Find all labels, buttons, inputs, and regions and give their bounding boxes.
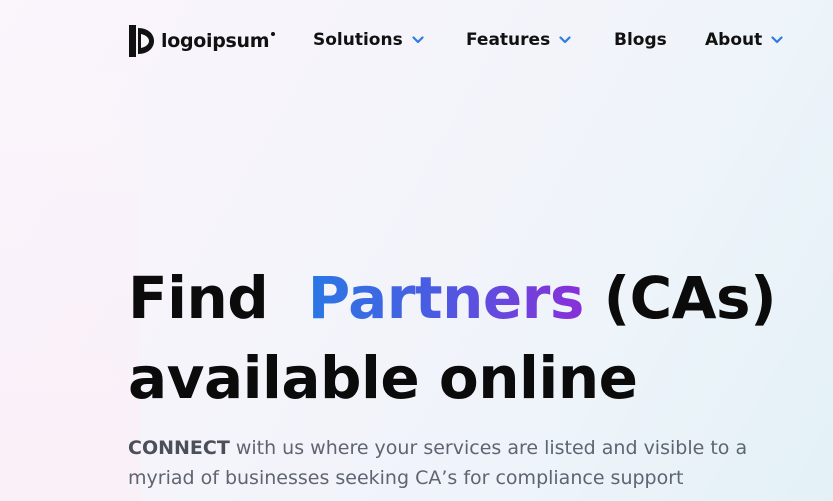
hero-title: Find Partners (CAs) available online: [128, 258, 777, 418]
chevron-down-icon: [771, 36, 783, 44]
nav-item-features[interactable]: Features: [466, 30, 571, 50]
navbar: logoipsum Solutions Features Blogs About: [0, 0, 833, 84]
hero-subtitle-bold: CONNECT: [128, 437, 230, 459]
hero-title-cas: (CAs): [603, 264, 777, 332]
nav-item-label: Blogs: [614, 30, 667, 50]
hero-subtitle: CONNECT with us where your services are …: [128, 433, 818, 493]
brand-logo[interactable]: logoipsum: [129, 25, 276, 57]
brand-name: logoipsum: [161, 30, 276, 52]
nav-item-solutions[interactable]: Solutions: [313, 30, 424, 50]
hero-title-word-find: Find: [128, 264, 269, 332]
nav-item-label: Features: [466, 30, 551, 50]
hero-title-line2: available online: [128, 344, 638, 412]
chevron-down-icon: [412, 36, 424, 44]
logo-dot: [271, 32, 276, 36]
nav-item-about[interactable]: About: [705, 30, 783, 50]
nav-item-label: Solutions: [313, 30, 403, 50]
nav-item-blogs[interactable]: Blogs: [614, 30, 667, 50]
chevron-down-icon: [559, 36, 571, 44]
hero-title-highlight: Partners: [307, 264, 585, 332]
nav-item-label: About: [705, 30, 763, 50]
logo-mark-icon: [129, 25, 154, 57]
